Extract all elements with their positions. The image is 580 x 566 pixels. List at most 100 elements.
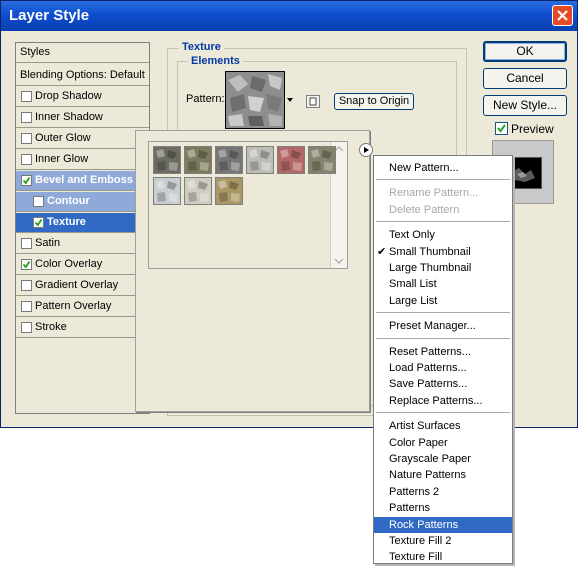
menu-separator	[376, 312, 510, 314]
menu-item-label: Replace Patterns...	[389, 394, 483, 407]
menu-item-rock-patterns[interactable]: Rock Patterns	[374, 516, 512, 533]
cancel-button[interactable]: Cancel	[483, 68, 567, 89]
menu-item-grayscale-paper[interactable]: Grayscale Paper	[374, 451, 512, 467]
snap-to-origin-button[interactable]: Snap to Origin	[334, 93, 414, 110]
menu-item-preset-manager[interactable]: Preset Manager...	[374, 318, 512, 334]
style-item-inner-glow[interactable]: Inner Glow	[16, 150, 149, 170]
picker-menu-button[interactable]	[359, 143, 373, 157]
style-item-label: Inner Shadow	[35, 111, 103, 123]
menu-item-label: Rename Pattern...	[389, 187, 479, 200]
style-item-label: Blending Options: Default	[20, 69, 145, 81]
menu-item-large-thumbnail[interactable]: Large Thumbnail	[374, 260, 512, 276]
menu-item-small-thumbnail[interactable]: ✔ Small Thumbnail	[374, 244, 512, 260]
style-item-drop-shadow[interactable]: Drop Shadow	[16, 87, 149, 107]
pattern-thumbnail[interactable]	[308, 146, 336, 174]
style-item-inner-shadow[interactable]: Inner Shadow	[16, 108, 149, 128]
menu-item-nature-patterns[interactable]: Nature Patterns	[374, 467, 512, 483]
style-item-satin[interactable]: Satin	[16, 234, 149, 254]
menu-item-load-patterns[interactable]: Load Patterns...	[374, 360, 512, 376]
menu-separator	[376, 337, 510, 339]
style-item-label: Texture	[47, 216, 86, 228]
texture-icon	[311, 149, 333, 171]
style-item-styles[interactable]: Styles	[16, 43, 149, 63]
pattern-thumbnail[interactable]	[153, 146, 181, 174]
menu-item-label: Text Only	[389, 229, 435, 242]
texture-icon	[218, 149, 240, 171]
pattern-thumbnail[interactable]	[153, 177, 181, 205]
pattern-dropdown-button[interactable]	[285, 71, 295, 129]
menu-item-color-paper[interactable]: Color Paper	[374, 435, 512, 451]
style-checkbox[interactable]	[21, 133, 32, 144]
rock-texture-icon	[226, 72, 284, 128]
close-icon	[557, 10, 568, 21]
style-checkbox[interactable]	[33, 196, 44, 207]
style-checkbox[interactable]	[21, 259, 32, 270]
pattern-thumbnail[interactable]	[184, 177, 212, 205]
menu-item-label: Load Patterns...	[389, 362, 467, 374]
menu-item-text-only[interactable]: Text Only	[374, 227, 512, 243]
menu-item-small-list[interactable]: Small List	[374, 276, 512, 292]
menu-item-label: Small Thumbnail	[389, 245, 471, 258]
menu-item-save-patterns[interactable]: Save Patterns...	[374, 376, 512, 392]
style-item-label: Color Overlay	[35, 258, 103, 270]
ok-button[interactable]: OK	[483, 41, 567, 62]
style-checkbox[interactable]	[21, 280, 32, 291]
menu-item-label: Texture Fill	[389, 551, 443, 564]
style-checkbox[interactable]	[21, 112, 32, 123]
menu-item-reset-patterns[interactable]: Reset Patterns...	[374, 344, 512, 360]
style-item-stroke[interactable]: Stroke	[16, 318, 149, 338]
menu-item-label: Patterns 2	[389, 485, 440, 498]
menu-item-replace-patterns[interactable]: Replace Patterns...	[374, 393, 512, 409]
menu-item-label: Preset Manager...	[389, 320, 476, 333]
style-item-outer-glow[interactable]: Outer Glow	[16, 129, 149, 149]
menu-item-artist-surfaces[interactable]: Artist Surfaces	[374, 418, 512, 434]
menu-item-texture-fill[interactable]: Texture Fill	[374, 549, 512, 565]
triangle-right-icon	[364, 147, 369, 153]
pattern-thumbnail[interactable]	[215, 146, 243, 174]
checkmark-icon	[497, 124, 506, 133]
style-checkbox[interactable]	[21, 322, 32, 333]
title-bar[interactable]: Layer Style	[1, 1, 577, 31]
checkmark-icon: ✔	[377, 245, 387, 258]
texture-icon	[249, 149, 271, 171]
style-item-label: Gradient Overlay	[35, 279, 119, 291]
texture-icon	[187, 149, 209, 171]
dropdown-arrow-icon	[287, 98, 293, 102]
new-style-button[interactable]: New Style...	[483, 95, 567, 116]
menu-item-large-list[interactable]: Large List	[374, 293, 512, 309]
preview-checkbox[interactable]	[495, 122, 508, 135]
texture-icon	[280, 149, 302, 171]
style-item-label: Inner Glow	[35, 153, 89, 165]
menu-item-label: Color Paper	[389, 436, 448, 449]
menu-item-patterns-2[interactable]: Patterns 2	[374, 484, 512, 500]
style-item-contour[interactable]: Contour	[16, 192, 149, 212]
style-checkbox[interactable]	[21, 91, 32, 102]
style-item-bevel-and-emboss[interactable]: Bevel and Emboss	[16, 171, 149, 191]
style-checkbox[interactable]	[33, 217, 44, 228]
style-item-texture[interactable]: Texture	[16, 213, 149, 233]
pattern-thumbnail[interactable]	[277, 146, 305, 174]
menu-item-patterns[interactable]: Patterns	[374, 500, 512, 516]
style-checkbox[interactable]	[21, 154, 32, 165]
pattern-thumbnail[interactable]	[184, 146, 212, 174]
style-item-blending-options-default[interactable]: Blending Options: Default	[16, 66, 149, 86]
pattern-thumbnail[interactable]	[246, 146, 274, 174]
style-item-label: Pattern Overlay	[35, 300, 112, 312]
menu-item-new-pattern[interactable]: New Pattern...	[374, 160, 512, 176]
close-button[interactable]	[552, 5, 573, 26]
menu-item-label: Delete Pattern	[389, 203, 460, 216]
texture-icon	[156, 149, 178, 171]
style-item-color-overlay[interactable]: Color Overlay	[16, 255, 149, 275]
pattern-swatch[interactable]	[225, 71, 285, 129]
style-checkbox[interactable]	[21, 301, 32, 312]
new-page-icon	[309, 97, 317, 106]
pattern-thumbnail[interactable]	[215, 177, 243, 205]
menu-separator	[376, 221, 510, 223]
menu-item-delete-pattern: Delete Pattern	[374, 202, 512, 218]
style-item-pattern-overlay[interactable]: Pattern Overlay	[16, 297, 149, 317]
style-checkbox[interactable]	[21, 175, 32, 186]
style-item-gradient-overlay[interactable]: Gradient Overlay	[16, 276, 149, 296]
style-checkbox[interactable]	[21, 238, 32, 249]
menu-item-texture-fill-2[interactable]: Texture Fill 2	[374, 533, 512, 549]
new-preset-button[interactable]	[306, 95, 320, 108]
